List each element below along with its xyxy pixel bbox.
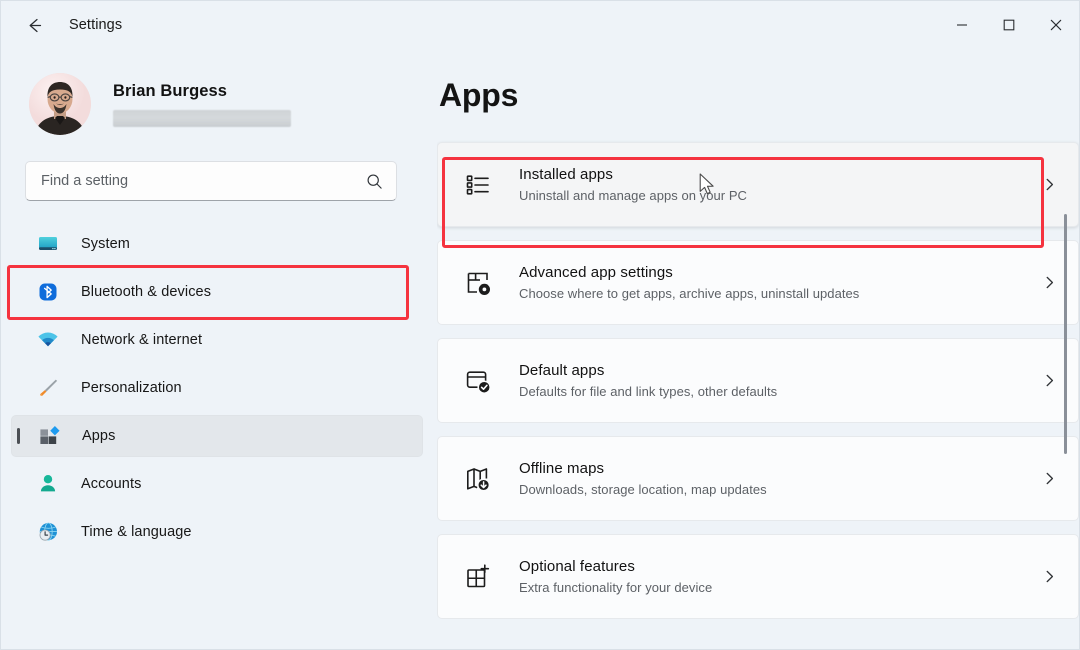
sidebar-item-apps[interactable]: Apps (11, 415, 423, 457)
grid-plus-icon (460, 559, 496, 595)
chevron-right-icon (1041, 372, 1058, 389)
card-title: Advanced app settings (519, 264, 1041, 281)
bluetooth-icon (35, 279, 61, 305)
chevron-right-icon (1041, 176, 1058, 193)
card-advanced-app-settings[interactable]: Advanced app settings Choose where to ge… (437, 240, 1079, 325)
sidebar-item-system[interactable]: System (11, 223, 423, 265)
card-text: Default apps Defaults for file and link … (519, 362, 1041, 399)
card-text: Optional features Extra functionality fo… (519, 558, 1041, 595)
card-subtitle: Choose where to get apps, archive apps, … (519, 286, 1041, 301)
maximize-icon (1003, 19, 1015, 31)
map-download-icon (460, 461, 496, 497)
sidebar-item-bluetooth-devices[interactable]: Bluetooth & devices (11, 271, 423, 313)
sidebar-item-label: Personalization (81, 380, 182, 396)
monitor-icon (35, 231, 61, 257)
chevron-right-icon (1041, 274, 1058, 291)
person-icon (35, 471, 61, 497)
globe-clock-icon (35, 519, 61, 545)
scrollbar-track[interactable] (1060, 161, 1070, 649)
card-subtitle: Defaults for file and link types, other … (519, 384, 1041, 399)
sidebar-item-label: Network & internet (81, 332, 202, 348)
window-body: Brian Burgess (1, 49, 1079, 649)
sidebar-item-label: Bluetooth & devices (81, 284, 211, 300)
sidebar: Brian Burgess (1, 49, 437, 649)
sidebar-item-personalization[interactable]: Personalization (11, 367, 423, 409)
account-text: Brian Burgess (113, 82, 291, 127)
app-gear-icon (460, 265, 496, 301)
scrollbar-thumb[interactable] (1064, 214, 1067, 454)
page-title: Apps (439, 77, 1079, 114)
chevron-right-icon (1041, 568, 1058, 585)
card-title: Optional features (519, 558, 1041, 575)
minimize-button[interactable] (938, 1, 985, 49)
avatar (29, 73, 91, 135)
window-title: Settings (69, 17, 122, 33)
sidebar-item-accounts[interactable]: Accounts (11, 463, 423, 505)
card-offline-maps[interactable]: Offline maps Downloads, storage location… (437, 436, 1079, 521)
search-icon (366, 173, 383, 190)
minimize-icon (956, 19, 968, 31)
card-text: Advanced app settings Choose where to ge… (519, 264, 1041, 301)
title-bar: Settings (1, 1, 1079, 49)
apps-tiles-icon (36, 423, 62, 449)
avatar-photo (29, 73, 91, 135)
sidebar-item-label: System (81, 236, 130, 252)
account-email-redacted (113, 110, 291, 127)
sidebar-item-label: Time & language (81, 524, 192, 540)
window-controls (938, 1, 1079, 49)
card-default-apps[interactable]: Default apps Defaults for file and link … (437, 338, 1079, 423)
search-box[interactable] (25, 161, 397, 201)
sidebar-item-label: Apps (82, 428, 115, 444)
account-name: Brian Burgess (113, 82, 291, 101)
main-content: Apps Install (437, 49, 1079, 649)
card-subtitle: Uninstall and manage apps on your PC (519, 188, 1041, 203)
sidebar-item-network-internet[interactable]: Network & internet (11, 319, 423, 361)
account-block[interactable]: Brian Burgess (29, 73, 437, 135)
close-button[interactable] (1032, 1, 1079, 49)
back-button[interactable] (17, 9, 51, 41)
card-title: Installed apps (519, 166, 1041, 183)
search-input[interactable] (41, 173, 366, 189)
card-title: Offline maps (519, 460, 1041, 477)
card-optional-features[interactable]: Optional features Extra functionality fo… (437, 534, 1079, 619)
card-title: Default apps (519, 362, 1041, 379)
settings-card-list: Installed apps Uninstall and manage apps… (437, 142, 1079, 619)
close-icon (1050, 19, 1062, 31)
card-text: Offline maps Downloads, storage location… (519, 460, 1041, 497)
wifi-icon (35, 327, 61, 353)
card-installed-apps[interactable]: Installed apps Uninstall and manage apps… (437, 142, 1079, 227)
chevron-right-icon (1041, 470, 1058, 487)
bulleted-list-icon (460, 167, 496, 203)
card-text: Installed apps Uninstall and manage apps… (519, 166, 1041, 203)
sidebar-nav: System Bluetooth & devices (1, 223, 437, 553)
settings-window: Settings (0, 0, 1080, 650)
sidebar-item-time-language[interactable]: Time & language (11, 511, 423, 553)
paintbrush-icon (35, 375, 61, 401)
card-subtitle: Downloads, storage location, map updates (519, 482, 1041, 497)
card-subtitle: Extra functionality for your device (519, 580, 1041, 595)
sidebar-item-label: Accounts (81, 476, 141, 492)
back-arrow-icon (24, 15, 45, 36)
window-check-icon (460, 363, 496, 399)
maximize-button[interactable] (985, 1, 1032, 49)
